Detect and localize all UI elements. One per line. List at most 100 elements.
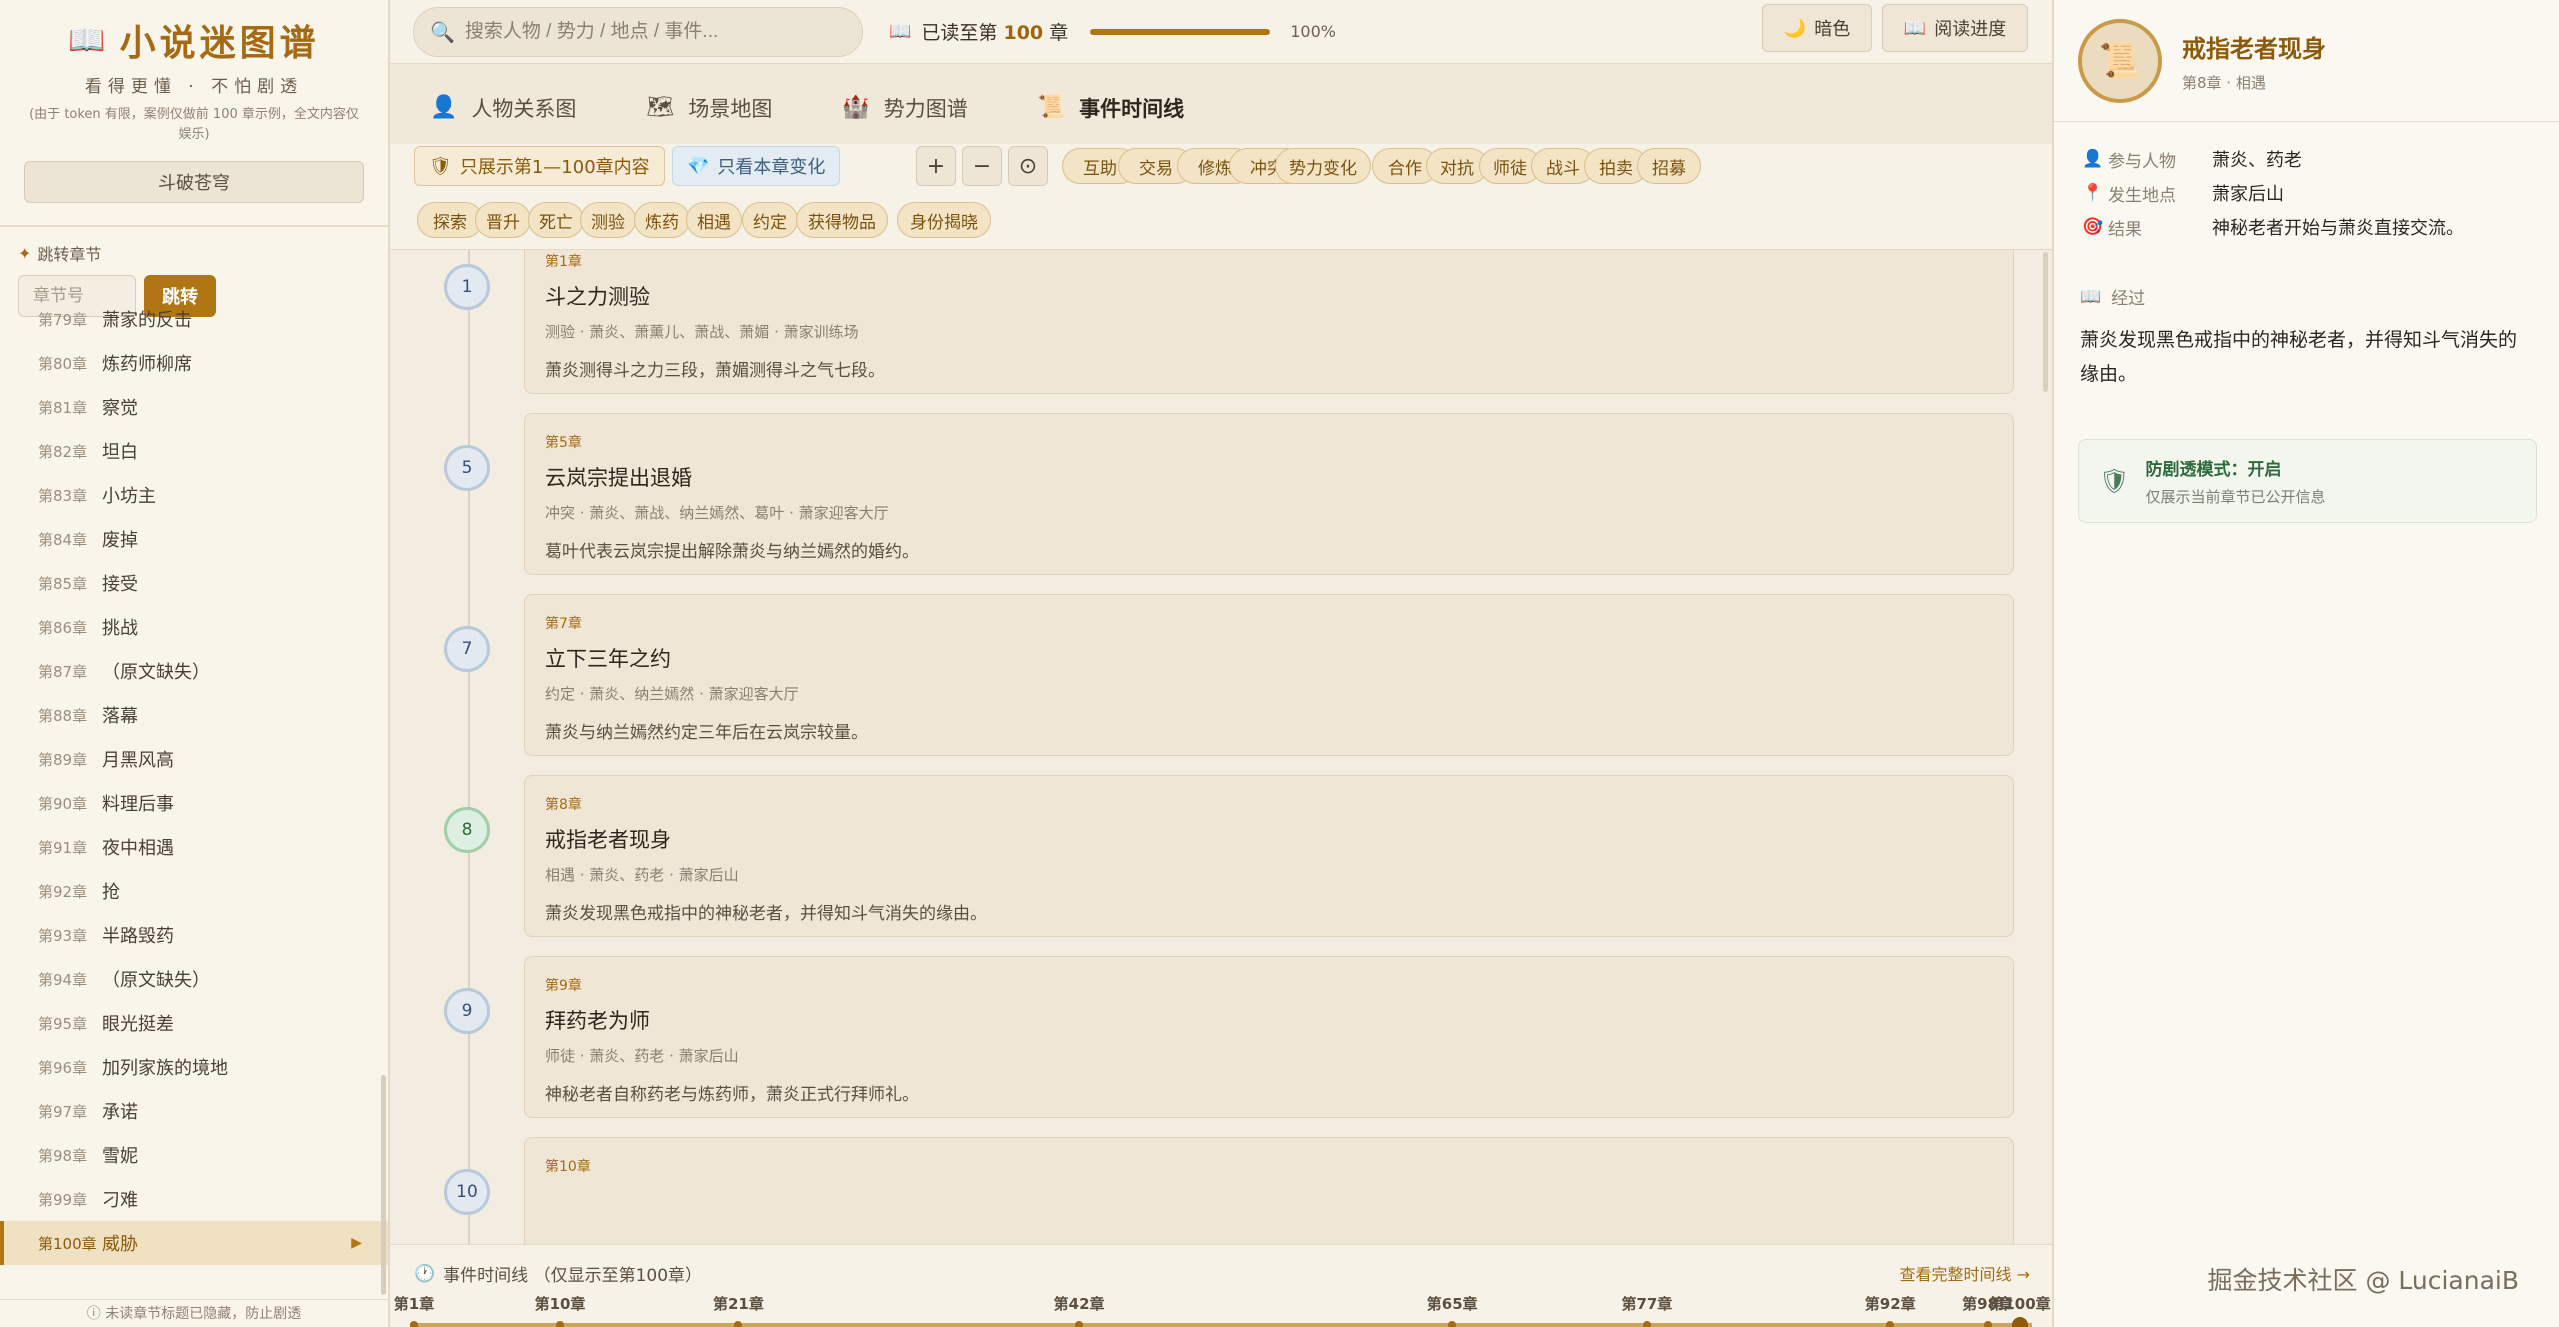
pin-icon: 📍 [2082,183,2104,203]
tab-character-graph[interactable]: 👤 人物关系图 [430,93,576,123]
timeline-node[interactable]: 10 [444,1169,490,1215]
open-book-icon: 📖 [68,22,106,58]
chapter-list-item[interactable]: 第92章抢 [0,869,388,913]
chapter-list-item[interactable]: 第94章 （原文缺失） [0,957,388,1001]
chapter-list-item[interactable]: 第86章 挑战 [0,605,388,649]
overview-event-dot[interactable] [734,1321,743,1327]
book-select-button[interactable]: 斗破苍穹 [24,161,364,203]
current-chapter-marker[interactable] [2012,1317,2028,1327]
chapter-list-item[interactable]: 第91章 夜中相遇 [0,825,388,869]
chapter-list-item[interactable]: 第83章 小坊主 [0,473,388,517]
diamond-icon: 💎 [687,155,710,177]
overview-event-dot[interactable] [1886,1321,1895,1327]
app-note: (由于 token 有限，案例仅做前 100 章示例，全文内容仅娱乐) [29,107,359,142]
timeline-scrollbar[interactable] [2043,252,2048,392]
event-card[interactable]: 第1章 斗之力测验 测验 · 萧炎、萧薰儿、萧战、萧媚 · 萧家训练场 萧炎测得斗之力… [524,250,2014,394]
overview-title: 🕐 事件时间线 （仅显示至第100章） [414,1263,703,1287]
event-chapter: 第8章 [545,797,582,813]
chapter-list-item[interactable]: 第90章 料理后事 [0,781,388,825]
timeline-node[interactable]: 5 [444,445,490,491]
overview-event-dot[interactable] [410,1321,418,1327]
chapter-list-item[interactable]: 第97章 承诺 [0,1089,388,1133]
chapter-number: 第90章 [38,794,88,813]
zoom-out-button[interactable]: − [962,146,1002,186]
event-chapter: 第1章 [545,254,582,270]
event-card[interactable]: 第9章 拜药老为师 师徒 · 萧炎、药老 · 萧家后山 神秘老者自称药老与炼药师，萧炎… [524,956,2014,1118]
book-icon: 📖 [2080,286,2102,307]
chapter-list-item[interactable]: 第81章 察觉 [0,385,388,429]
chapter-list-item[interactable]: 第80章 炼药师柳席 [0,341,388,385]
dark-mode-button[interactable]: 🌙 暗色 [1762,4,1872,52]
tag-chip[interactable]: 测验 [580,202,636,238]
timeline-node[interactable]: 9 [444,988,490,1034]
tag-chip[interactable]: 炼药 [634,202,690,238]
reading-progress-button[interactable]: 📖 阅读进度 [1882,4,2028,52]
tag-chip[interactable]: 获得物品 [796,202,888,238]
chapter-list-item[interactable]: 第99章 刁难 [0,1177,388,1221]
tab-event-timeline[interactable]: 📜 事件时间线 [1038,93,1184,123]
chapter-list-item[interactable]: 第93章 半路毁药 [0,913,388,957]
chapter-name: 半路毁药 [102,926,174,947]
full-timeline-link[interactable]: 查看完整时间线 → [1900,1261,2031,1285]
event-card[interactable]: 第8章 戒指老者现身 相遇 · 萧炎、药老 · 萧家后山 萧炎发现黑色戒指中的神秘老者… [524,775,2014,937]
event-card[interactable]: 第7章 立下三年之约 约定 · 萧炎、纳兰嫣然 · 萧家迎客大厅 萧炎与纳兰嫣然约定三… [524,594,2014,756]
chapter-name: 落幕 [102,706,138,727]
chapter-list-item[interactable]: 第98章 雪妮 [0,1133,388,1177]
overview-event-dot[interactable] [556,1321,564,1327]
overview-tick-label: 第92章 [1864,1295,1916,1313]
chapter-name: 察觉 [102,398,138,419]
overview-event-dot[interactable] [1983,1321,1992,1327]
timeline-node[interactable]: 8 [444,807,490,853]
overview-event-dot[interactable] [1075,1321,1084,1327]
reset-view-button[interactable]: ⊙ [1008,146,1048,186]
overview-event-dot[interactable] [1448,1321,1457,1327]
tag-chip[interactable]: 死亡 [528,202,584,238]
chapter-list-item[interactable]: 第95章 眼光挺差 [0,1001,388,1045]
event-title: 云岚宗提出退婚 [545,466,692,490]
detail-row-participants: 👤 参与人物 萧炎、药老 [2082,149,2302,172]
chapter-name: 挑战 [102,618,138,639]
event-title: 立下三年之约 [545,647,671,671]
chapter-list-item[interactable]: 第84章 废掉 [0,517,388,561]
chapter-list-item[interactable]: 第82章 坦白 [0,429,388,473]
chapter-number: 第94章 [38,970,88,989]
tag-chip[interactable]: 势力变化 [1275,148,1371,184]
castle-icon: 🏰 [842,95,870,120]
chapter-number: 第86章 [38,618,88,637]
chapter-list-item[interactable]: 第87章 （原文缺失） [0,649,388,693]
progress-bar-fill [1090,28,1271,35]
timeline-node[interactable]: 1 [444,264,490,310]
target-icon: 🎯 [2082,217,2104,237]
tag-chip[interactable]: 招募 [1637,148,1701,184]
app-title: 小说迷图谱 [119,22,320,64]
search-input[interactable] [464,20,845,43]
tag-chip[interactable]: 探索 [417,202,483,238]
tag-chip[interactable]: 晋升 [475,202,531,238]
overview-event-dot[interactable] [1642,1321,1651,1327]
tab-faction-graph[interactable]: 🏰 势力图谱 [842,93,967,123]
tag-chip[interactable]: 约定 [742,202,798,238]
chapter-list-item[interactable]: 第100章 威胁 ▶ [0,1221,388,1265]
timeline-node[interactable]: 7 [444,626,490,672]
tag-chip[interactable]: 身份揭晓 [897,202,991,238]
tag-chip[interactable]: 相遇 [686,202,742,238]
search-box[interactable]: 🔍 [413,6,863,57]
read-progress-text: 已读至第 100 章 [921,22,1069,44]
tab-scene-map[interactable]: 🗺 场景地图 [646,93,772,123]
chapter-name: 接受 [102,574,138,595]
chapter-change-filter-button[interactable]: 💎 只看本章变化 [672,146,841,186]
chapter-list-item[interactable]: 第88章 落幕 [0,693,388,737]
chapter-name: 加列家族的境地 [102,1058,228,1079]
search-icon: 🔍 [430,19,455,44]
chapter-number: 第79章 [38,310,88,329]
chapter-list-item[interactable]: 第96章 加列家族的境地 [0,1045,388,1089]
zoom-in-button[interactable]: + [916,146,956,186]
chapter-list-item[interactable]: 第89章 月黑风高 [0,737,388,781]
sidebar-scrollbar[interactable] [381,1075,386,1295]
event-card[interactable]: 第5章 云岚宗提出退婚 冲突 · 萧炎、萧战、纳兰嫣然、葛叶 · 萧家迎客大厅 葛叶代… [524,413,2014,575]
event-card[interactable]: 第10章 [524,1137,2014,1244]
chapter-name: 雪妮 [102,1146,138,1167]
range-filter-button[interactable]: 🛡 只展示第1—100章内容 [414,146,665,186]
chapter-list-item[interactable]: 第79章 萧家的反击 [0,305,388,341]
chapter-list-item[interactable]: 第85章 接受 [0,561,388,605]
